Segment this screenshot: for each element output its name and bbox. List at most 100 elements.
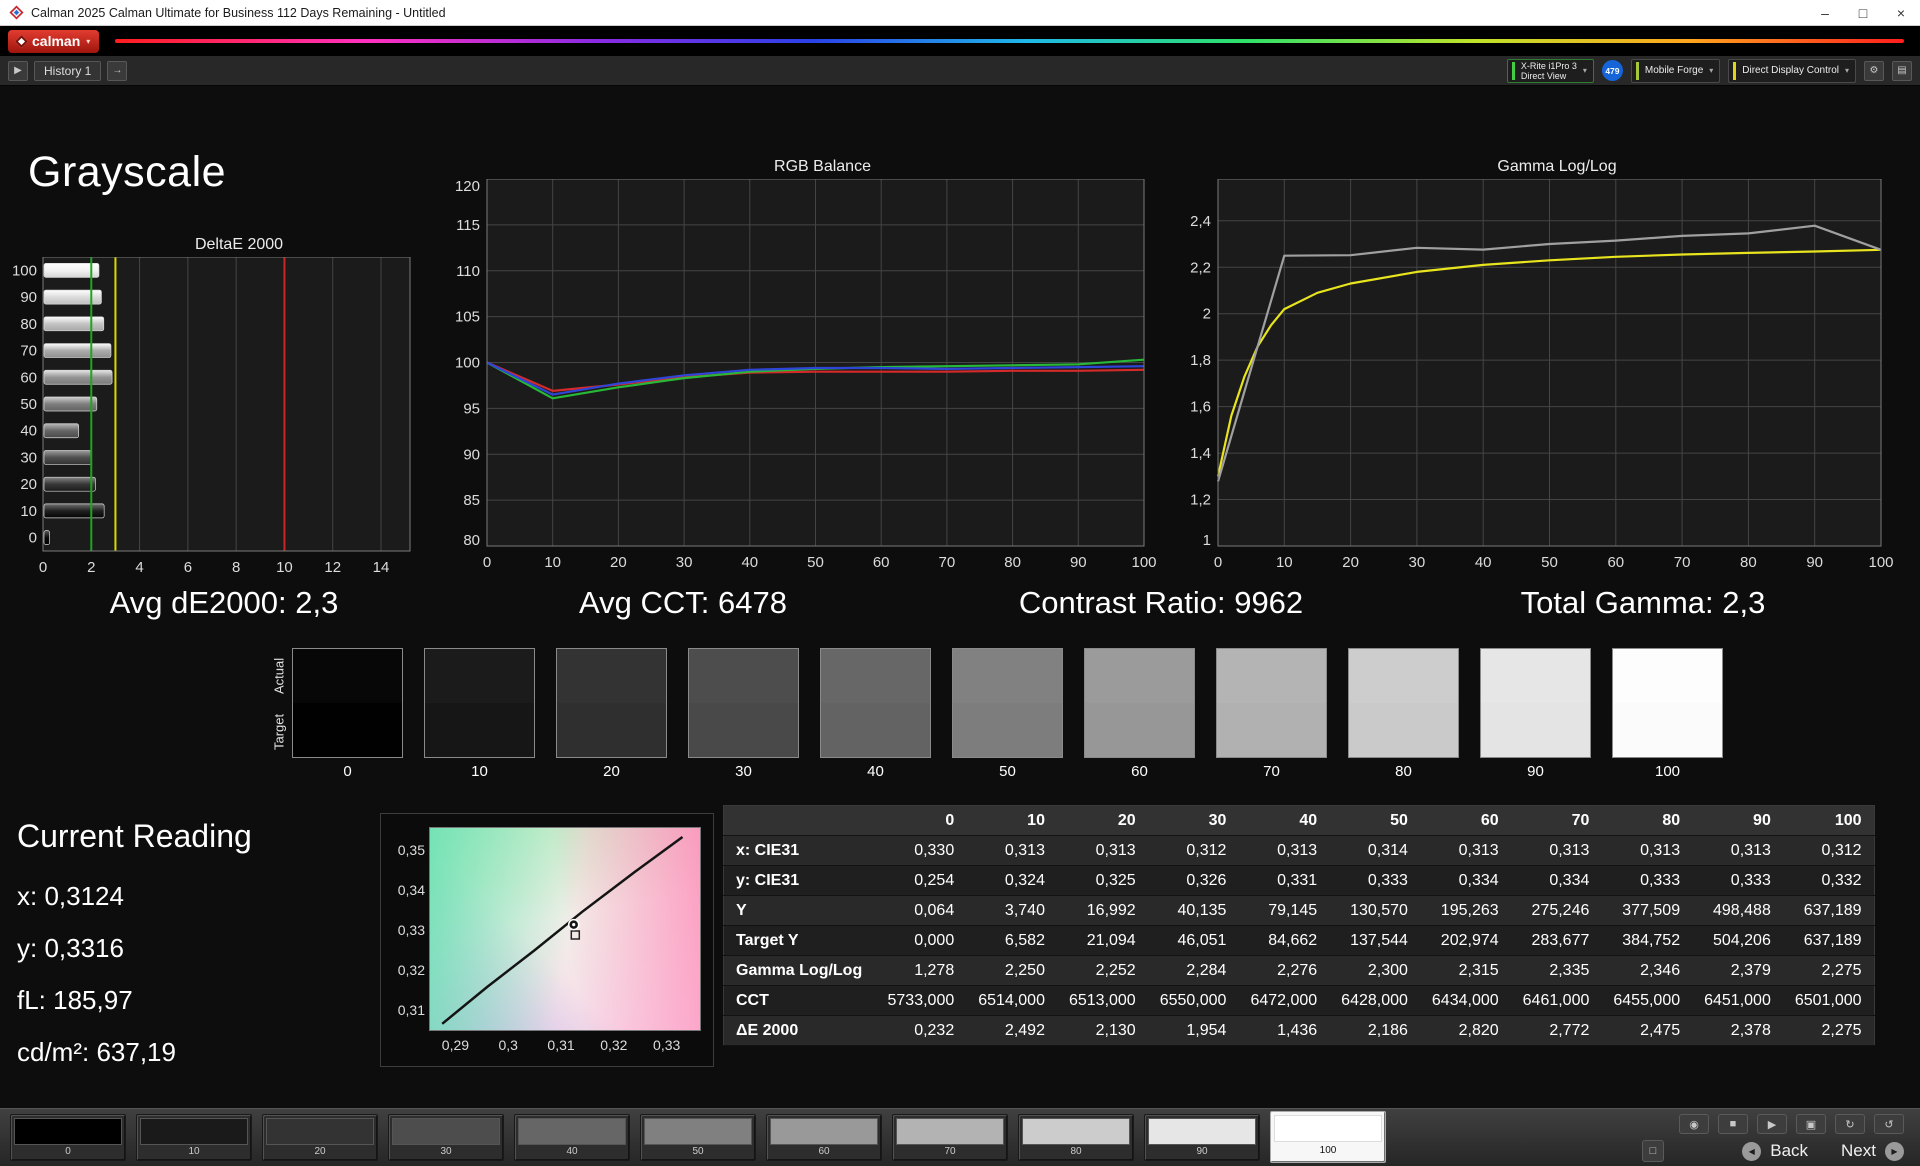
sync-icon[interactable]: ↻	[1835, 1114, 1865, 1134]
history-expand-button[interactable]: ▶	[8, 61, 28, 81]
grayscale-swatch-strip: Actual Target 0102030405060708090100	[266, 648, 1723, 780]
table-cell: 0,313	[1420, 836, 1511, 866]
current-reading-title: Current Reading	[17, 818, 252, 855]
transport-panel: ◉ ■ ▶ ▣ ↻ ↺ □ ◀ Back Next ▶	[1642, 1114, 1904, 1162]
svg-text:100: 100	[1868, 554, 1893, 571]
table-cell: 275,246	[1511, 896, 1602, 926]
display-control-select[interactable]: Direct Display Control ▾	[1728, 59, 1856, 83]
table-cell: 2,276	[1238, 956, 1329, 986]
grayscale-swatch-90: 90	[1480, 648, 1591, 780]
level-button-10[interactable]: 10	[136, 1114, 252, 1161]
reset-icon[interactable]: ↺	[1874, 1114, 1904, 1134]
deltae-chart-plot: 024681012141009080706050403020100	[5, 257, 435, 579]
cie-y-tick: 0,34	[383, 882, 425, 898]
level-button-70[interactable]: 70	[892, 1114, 1008, 1161]
table-cell: 0,312	[1783, 836, 1874, 866]
table-cell: 2,335	[1511, 956, 1602, 986]
capture-icon[interactable]: ◉	[1679, 1114, 1709, 1134]
pattern-window-button[interactable]: □	[1642, 1140, 1664, 1162]
grayscale-swatch-10: 10	[424, 648, 535, 780]
level-button-30[interactable]: 30	[388, 1114, 504, 1161]
chevron-down-icon: ▾	[1845, 66, 1849, 75]
back-icon[interactable]: ◀	[1742, 1142, 1761, 1161]
toolbar: ▶ History 1 → X-Rite i1Pro 3 Direct View…	[0, 56, 1920, 86]
level-button-40[interactable]: 40	[514, 1114, 630, 1161]
brand-bar: calman ▾	[0, 26, 1920, 56]
table-cell: 2,252	[1057, 956, 1148, 986]
close-button[interactable]: ×	[1882, 0, 1920, 25]
table-cell: 0,333	[1692, 866, 1783, 896]
level-button-20[interactable]: 20	[262, 1114, 378, 1161]
page-title: Grayscale	[28, 148, 226, 197]
level-button-90[interactable]: 90	[1144, 1114, 1260, 1161]
diamond-icon	[15, 35, 28, 48]
table-cell: 2,492	[966, 1016, 1057, 1046]
table-cell: 2,346	[1601, 956, 1692, 986]
level-button-60[interactable]: 60	[766, 1114, 882, 1161]
svg-text:1,6: 1,6	[1190, 399, 1211, 416]
svg-text:12: 12	[324, 559, 341, 576]
stop-icon[interactable]: ■	[1718, 1114, 1748, 1134]
deltae-chart-title: DeltaE 2000	[5, 236, 435, 257]
minimize-button[interactable]: –	[1806, 0, 1844, 25]
level-button-80[interactable]: 80	[1018, 1114, 1134, 1161]
table-cell: 21,094	[1057, 926, 1148, 956]
table-cell: 0,326	[1148, 866, 1239, 896]
table-cell: 6550,000	[1148, 986, 1239, 1016]
level-button-100[interactable]: 100	[1270, 1111, 1386, 1163]
grayscale-swatch-80: 80	[1348, 648, 1459, 780]
table-cell: 2,820	[1420, 1016, 1511, 1046]
pattern-source-select[interactable]: Mobile Forge ▾	[1631, 59, 1720, 83]
cie-x-tick: 0,3	[498, 1037, 517, 1053]
maximize-button[interactable]: □	[1844, 0, 1882, 25]
current-reading-panel: Current Reading x: 0,3124 y: 0,3316 fL: …	[17, 818, 252, 1089]
svg-text:70: 70	[20, 343, 37, 360]
save-icon[interactable]: ▣	[1796, 1114, 1826, 1134]
svg-text:70: 70	[1674, 554, 1691, 571]
table-cell: 0,314	[1329, 836, 1420, 866]
level-button-0[interactable]: 0	[10, 1114, 126, 1161]
window-controls: – □ ×	[1806, 0, 1920, 25]
row-label: Y	[724, 896, 876, 926]
svg-text:30: 30	[676, 554, 693, 571]
svg-text:2: 2	[1203, 306, 1211, 323]
table-cell: 2,315	[1420, 956, 1511, 986]
history-tab[interactable]: History 1	[34, 61, 101, 81]
settings-gear-button[interactable]: ⚙	[1864, 61, 1884, 81]
table-cell: 6,582	[966, 926, 1057, 956]
table-cell: 0,324	[966, 866, 1057, 896]
play-icon[interactable]: ▶	[1757, 1114, 1787, 1134]
table-cell: 0,232	[876, 1016, 967, 1046]
svg-text:30: 30	[20, 449, 37, 466]
back-button[interactable]: Back	[1770, 1141, 1808, 1161]
history-nav-button[interactable]: →	[107, 61, 127, 81]
table-cell: 2,378	[1692, 1016, 1783, 1046]
table-cell: 0,331	[1238, 866, 1329, 896]
calman-logo-menu[interactable]: calman ▾	[8, 30, 99, 53]
table-col-header: 0	[876, 806, 967, 836]
table-cell: 6451,000	[1692, 986, 1783, 1016]
row-label: y: CIE31	[724, 866, 876, 896]
svg-text:60: 60	[1607, 554, 1624, 571]
table-cell: 2,250	[966, 956, 1057, 986]
table-cell: 2,284	[1148, 956, 1239, 986]
table-cell: 0,325	[1057, 866, 1148, 896]
table-cell: 637,189	[1783, 896, 1874, 926]
workspace-button[interactable]: ▤	[1892, 61, 1912, 81]
svg-text:4: 4	[135, 559, 143, 576]
table-cell: 6513,000	[1057, 986, 1148, 1016]
level-button-50[interactable]: 50	[640, 1114, 756, 1161]
svg-text:0: 0	[29, 530, 37, 547]
nav-row: □ ◀ Back Next ▶	[1642, 1140, 1904, 1162]
row-label: x: CIE31	[724, 836, 876, 866]
table-cell: 2,300	[1329, 956, 1420, 986]
table-row: CCT5733,0006514,0006513,0006550,0006472,…	[724, 986, 1875, 1016]
table-cell: 0,334	[1420, 866, 1511, 896]
svg-text:105: 105	[455, 309, 480, 326]
table-cell: 5733,000	[876, 986, 967, 1016]
next-icon[interactable]: ▶	[1885, 1142, 1904, 1161]
grayscale-swatch-40: 40	[820, 648, 931, 780]
svg-text:85: 85	[463, 492, 480, 509]
meter-select[interactable]: X-Rite i1Pro 3 Direct View ▾	[1507, 59, 1594, 83]
next-button[interactable]: Next	[1841, 1141, 1876, 1161]
